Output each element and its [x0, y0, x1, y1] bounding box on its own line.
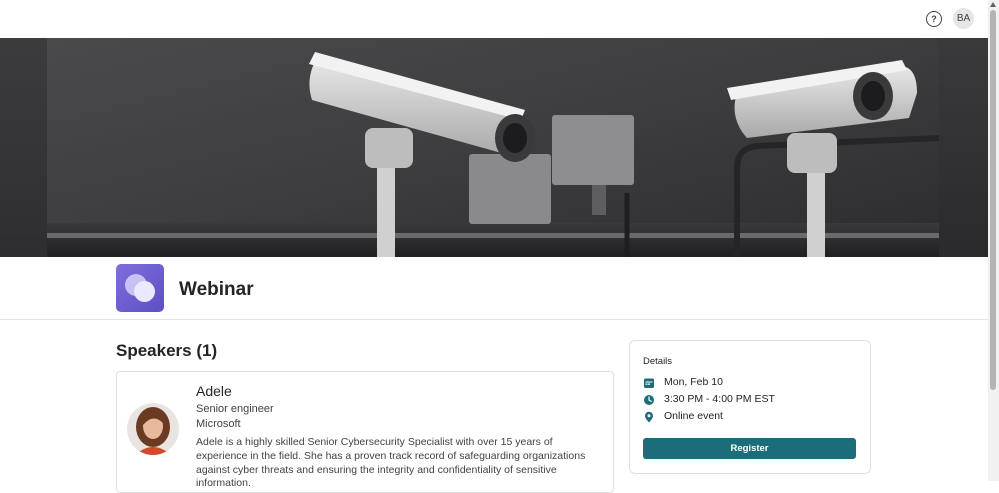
- speaker-name: Adele: [196, 383, 232, 399]
- event-location: Online event: [664, 410, 723, 422]
- speakers-heading: Speakers (1): [116, 341, 218, 360]
- location-pin-icon: [645, 411, 653, 423]
- event-title-row: Webinar: [0, 257, 988, 320]
- speaker-card[interactable]: Adele Senior engineer Microsoft Adele is…: [116, 371, 614, 493]
- speaker-bio: Adele is a highly skilled Senior Cyberse…: [196, 436, 586, 490]
- speaker-photo: [127, 403, 179, 455]
- chat-bubbles-icon: [116, 264, 164, 312]
- speaker-organization: Microsoft: [196, 418, 241, 430]
- event-details-card: Details Mon, Feb 10 3:30 PM - 4:00 PM ES…: [629, 340, 871, 474]
- event-banner-image: [0, 38, 988, 257]
- top-bar: ? BA: [0, 0, 988, 38]
- speaker-role: Senior engineer: [196, 403, 274, 415]
- clock-icon: [644, 395, 654, 405]
- register-button[interactable]: Register: [643, 438, 856, 459]
- user-avatar[interactable]: BA: [953, 8, 974, 29]
- scrollbar-thumb[interactable]: [990, 10, 996, 390]
- event-date: Mon, Feb 10: [664, 376, 723, 388]
- security-cameras-illustration: [47, 38, 939, 257]
- help-icon[interactable]: ?: [926, 11, 942, 27]
- details-heading: Details: [643, 356, 673, 367]
- scroll-up-arrow-icon[interactable]: [990, 2, 996, 7]
- banner-left-edge: [0, 38, 47, 257]
- calendar-icon: [644, 378, 654, 388]
- banner-right-edge: [939, 38, 988, 257]
- event-time: 3:30 PM - 4:00 PM EST: [664, 393, 775, 405]
- page-title: Webinar: [179, 279, 254, 300]
